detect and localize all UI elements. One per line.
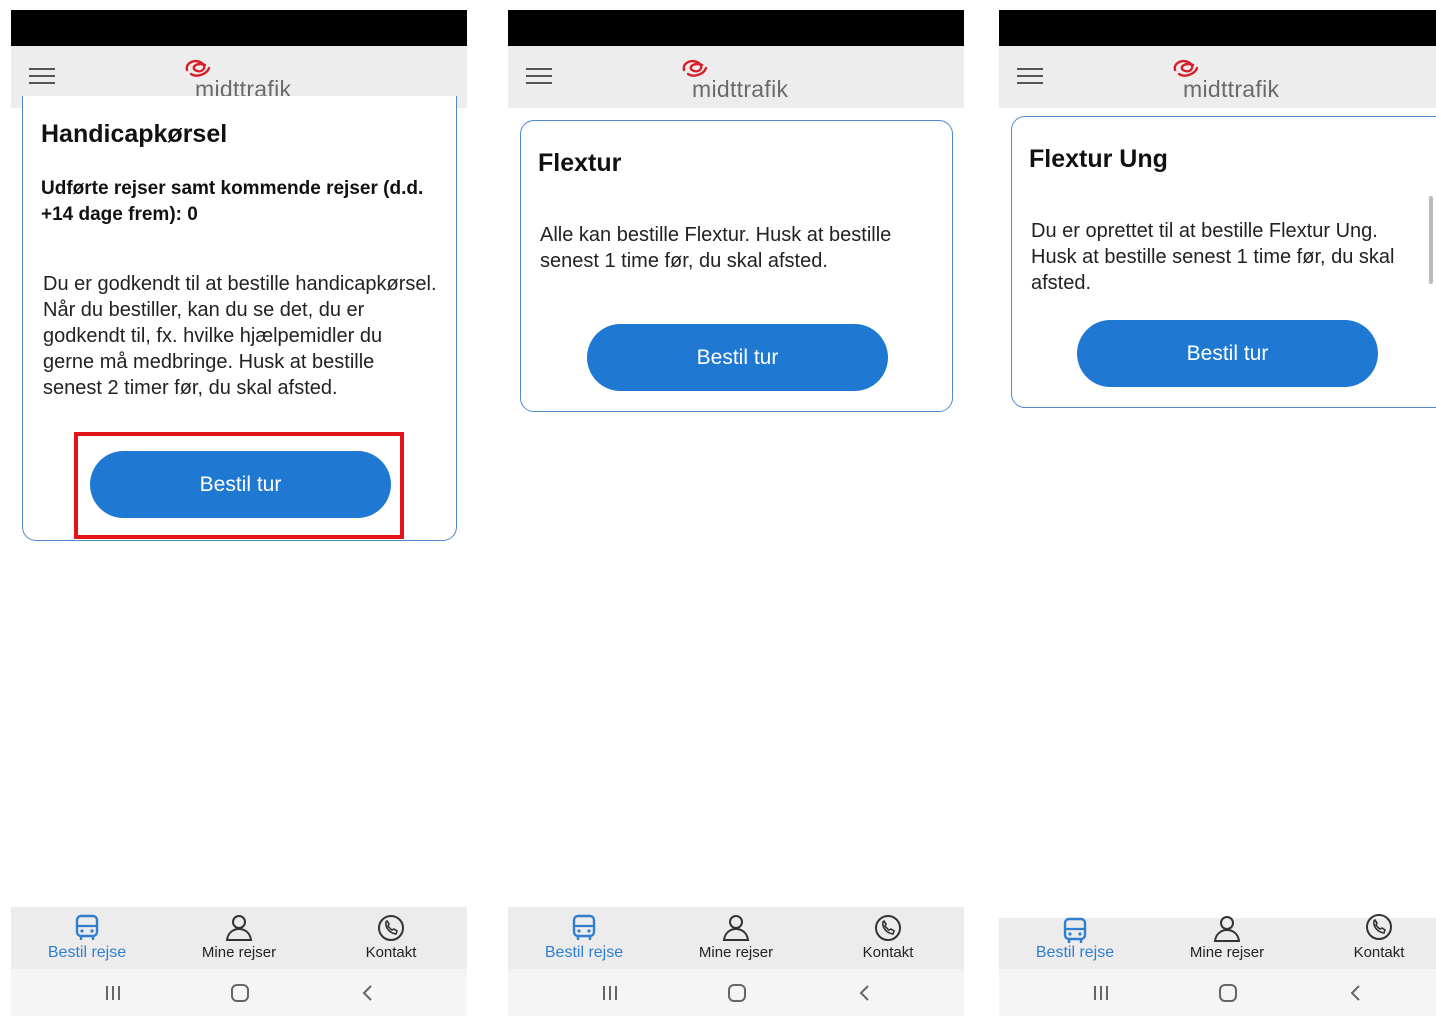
tab-label: Mine rejser: [201, 944, 277, 961]
status-bar: [999, 10, 1436, 46]
app-header: midttrafik: [999, 46, 1436, 108]
home-icon[interactable]: [228, 981, 252, 1005]
card-description: Alle kan bestille Flextur. Husk at besti…: [540, 224, 892, 272]
bus-icon: [1063, 917, 1087, 943]
bottom-tab-bar: Bestil rejse Mine rejser Kontakt: [11, 907, 467, 969]
tab-label: Bestil rejse: [47, 944, 127, 961]
midttrafik-logo: midttrafik: [1171, 56, 1311, 102]
service-card-flextur: Flextur Alle kan bestille Flextur. Husk …: [520, 120, 953, 412]
tab-label: Mine rejser: [698, 944, 774, 961]
highlight-box: [74, 432, 404, 539]
person-icon: [225, 915, 253, 941]
card-description: Du er godkendt til at bestille handicapk…: [43, 273, 437, 399]
logo-text: midttrafik: [1183, 76, 1280, 102]
midttrafik-logo: midttrafik: [680, 56, 820, 102]
service-card-flextur-ung: Flextur Ung Du er oprettet til at bestil…: [1011, 116, 1436, 408]
bus-icon: [572, 914, 596, 940]
trip-count-text: Udførte rejser samt kommende rejser (d.d…: [41, 178, 424, 225]
back-icon[interactable]: [853, 981, 877, 1005]
status-bar: [11, 10, 467, 46]
tab-label: Mine rejser: [1189, 944, 1265, 961]
recents-icon[interactable]: [1089, 981, 1113, 1005]
tab-mine-rejser[interactable]: Mine rejser: [169, 907, 309, 969]
tab-label: Kontakt: [365, 944, 417, 961]
phone-screen-flextur-ung: midttrafik Flextur Ung Du er oprettet ti…: [999, 0, 1436, 1016]
card-description: Du er oprettet til at bestille Flextur U…: [1031, 220, 1395, 294]
tab-mine-rejser[interactable]: Mine rejser: [666, 907, 806, 969]
back-icon[interactable]: [356, 981, 380, 1005]
home-icon[interactable]: [1216, 981, 1240, 1005]
phone-screen-handicapkorsel: midttrafik Handicapkørsel Udførte rejser…: [11, 0, 467, 1016]
menu-icon[interactable]: [1017, 68, 1043, 86]
scrollbar-thumb[interactable]: [1429, 196, 1433, 284]
bottom-tab-bar: Bestil rejse Mine rejser Kontakt: [999, 914, 1436, 969]
home-icon[interactable]: [725, 981, 749, 1005]
bestil-tur-button[interactable]: Bestil tur: [1077, 320, 1378, 387]
card-title: Flextur Ung: [1029, 145, 1168, 173]
bottom-tab-bar: Bestil rejse Mine rejser Kontakt: [508, 907, 964, 969]
tab-label: Kontakt: [862, 944, 914, 961]
person-icon: [1213, 916, 1241, 942]
system-nav-bar: [999, 969, 1436, 1016]
tab-kontakt[interactable]: Kontakt: [818, 907, 958, 969]
tab-kontakt[interactable]: Kontakt: [321, 907, 461, 969]
recents-icon[interactable]: [101, 981, 125, 1005]
tab-bestil-rejse[interactable]: Bestil rejse: [514, 907, 654, 969]
phone-icon: [1366, 914, 1392, 940]
card-title: Flextur: [538, 149, 622, 177]
phone-icon: [875, 915, 901, 941]
phone-icon: [378, 915, 404, 941]
app-header: midttrafik: [508, 46, 964, 108]
system-nav-bar: [508, 969, 964, 1016]
system-nav-bar: [11, 969, 467, 1016]
recents-icon[interactable]: [598, 981, 622, 1005]
bus-icon: [75, 914, 99, 940]
tab-label: Bestil rejse: [544, 944, 624, 961]
tab-label: Kontakt: [1353, 944, 1405, 961]
phone-screen-flextur: midttrafik Flextur Alle kan bestille Fle…: [508, 0, 964, 1016]
bestil-tur-button[interactable]: Bestil tur: [587, 324, 888, 391]
logo-text: midttrafik: [692, 76, 789, 102]
status-bar: [508, 10, 964, 46]
menu-icon[interactable]: [29, 68, 55, 86]
back-icon[interactable]: [1344, 981, 1368, 1005]
card-title: Handicapkørsel: [41, 120, 228, 148]
tab-bestil-rejse[interactable]: Bestil rejse: [17, 907, 157, 969]
tab-label: Bestil rejse: [1035, 944, 1115, 961]
menu-icon[interactable]: [526, 68, 552, 86]
person-icon: [722, 915, 750, 941]
